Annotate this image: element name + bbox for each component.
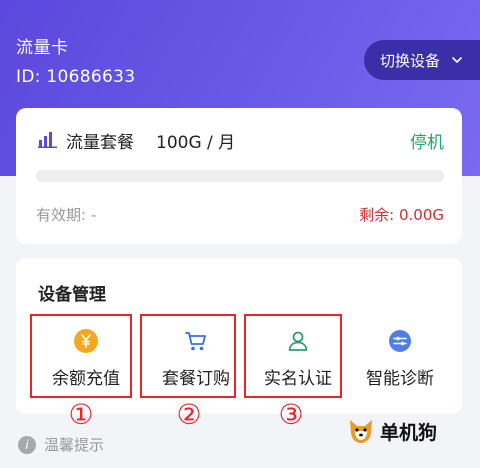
plan-order-button[interactable]: 套餐订购 — [144, 316, 248, 396]
recharge-button[interactable]: 余额充值 — [34, 316, 138, 396]
real-name-auth-label: 实名认证 — [264, 369, 332, 389]
bar-chart-icon — [38, 132, 57, 148]
remaining-text: 剩余: 0.00G — [359, 206, 444, 224]
switch-device-button[interactable]: 切换设备 — [364, 40, 480, 80]
device-management-title: 设备管理 — [38, 285, 106, 305]
yen-coin-icon — [74, 329, 98, 353]
watermark: 单机狗 — [346, 416, 437, 446]
card-id: ID: 10686633 — [16, 67, 136, 87]
marker-1: ① — [68, 398, 94, 431]
device-management-card: 设备管理 余额充值 套餐订购 实名认证 智能诊断 — [16, 258, 462, 414]
real-name-auth-button[interactable]: 实名认证 — [246, 316, 350, 396]
switch-device-label: 切换设备 — [380, 51, 441, 70]
diagnosis-icon — [389, 330, 411, 352]
shopping-cart-icon — [185, 332, 206, 351]
chevron-down-icon — [452, 57, 462, 63]
plan-status-badge: 停机 — [410, 133, 444, 153]
plan-card: 流量套餐 100G / 月 停机 有效期: - 剩余: 0.00G — [16, 108, 462, 244]
plan-value: 100G / 月 — [156, 133, 236, 153]
person-icon — [288, 331, 308, 351]
validity-text: 有效期: - — [36, 206, 97, 224]
warm-tip-link[interactable]: 温馨提示 — [44, 434, 104, 455]
marker-2: ② — [176, 398, 202, 431]
marker-3: ③ — [278, 398, 304, 431]
smart-diagnosis-label: 智能诊断 — [366, 369, 434, 389]
usage-progress-bar — [36, 170, 444, 182]
card-name: 流量卡 — [16, 38, 69, 58]
smart-diagnosis-button[interactable]: 智能诊断 — [348, 316, 452, 396]
dog-logo-icon — [350, 420, 372, 443]
watermark-text: 单机狗 — [380, 421, 438, 444]
info-icon: i — [18, 436, 36, 454]
recharge-label: 余额充值 — [52, 369, 120, 389]
plan-order-label: 套餐订购 — [162, 369, 230, 389]
plan-title: 流量套餐 — [66, 133, 134, 153]
